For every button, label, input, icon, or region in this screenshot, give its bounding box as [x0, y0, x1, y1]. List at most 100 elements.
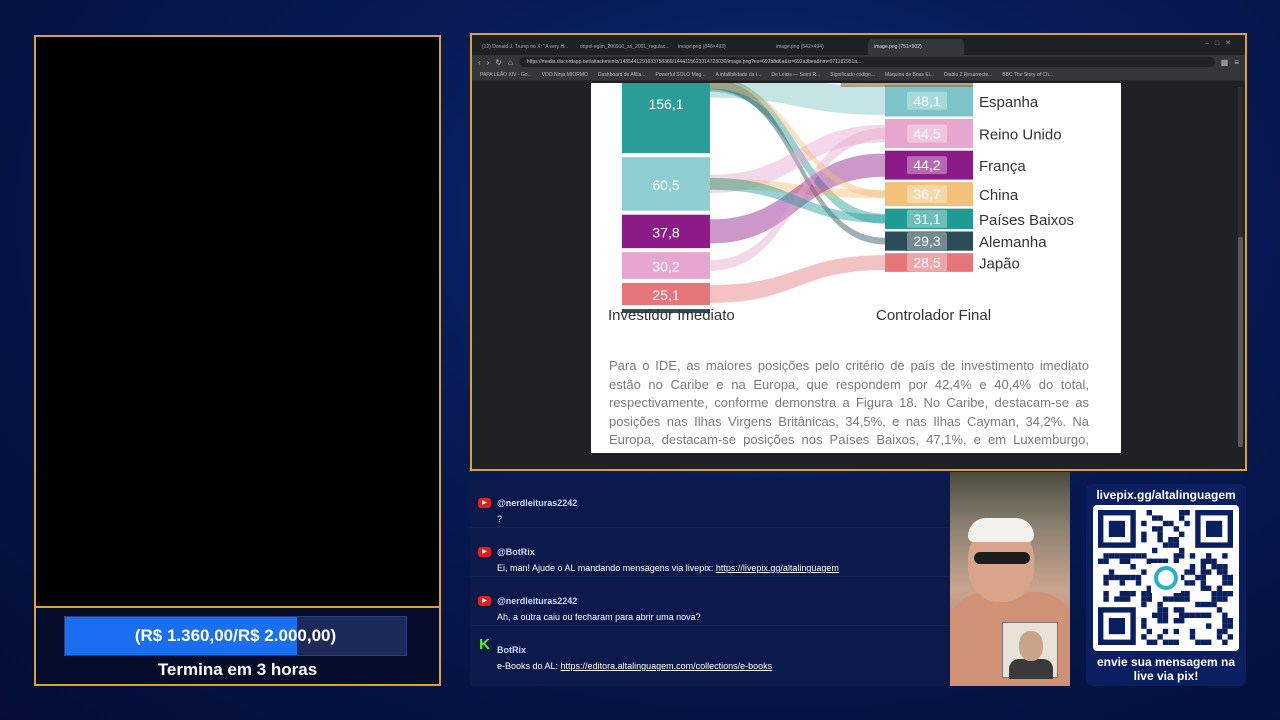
qr-module	[1135, 580, 1142, 586]
qr-module	[1216, 628, 1223, 635]
window-controls[interactable]: –□✕	[1205, 39, 1237, 47]
sankey-left-label: 37,8	[652, 224, 679, 240]
qr-module	[1103, 553, 1109, 559]
chat-author: @nerdleituras2242	[497, 498, 578, 508]
qr-module	[1195, 574, 1201, 581]
qr-module	[1200, 580, 1206, 586]
chat-link[interactable]: https://livepix.gg/altalinguagem	[716, 563, 839, 573]
qr-module	[1141, 591, 1147, 597]
qr-module	[1168, 520, 1174, 527]
qr-module	[1141, 623, 1147, 629]
qr-module	[1125, 591, 1131, 597]
qr-module	[1200, 601, 1206, 608]
qr-module	[1222, 628, 1228, 635]
bookmark-item[interactable]: VDO.Ninja MIORMO	[542, 72, 588, 78]
qr-module	[1195, 601, 1201, 608]
qr-module	[1206, 569, 1212, 575]
bookmark-item[interactable]: PAPA LEÃO XIV - Go...	[480, 72, 532, 78]
back-icon[interactable]: ‹	[478, 58, 481, 67]
qr-module	[1119, 591, 1125, 597]
sankey-left-label: 25,1	[652, 287, 679, 303]
sankey-flow	[841, 83, 973, 87]
qr-module	[1173, 596, 1179, 602]
qr-module	[1216, 585, 1223, 591]
qr-module	[1227, 591, 1233, 597]
qr-module	[1162, 542, 1169, 548]
qr-module	[1157, 515, 1163, 521]
qr-module	[1222, 553, 1228, 559]
sankey-left-label: 60,5	[652, 177, 679, 193]
bookmark-item[interactable]: A infalibilidade da I...	[715, 72, 761, 78]
browser-tab[interactable]: onpel-egim_200910_sri_2001_regulac...	[574, 39, 670, 55]
qr-module	[1157, 526, 1163, 532]
qr-module	[1157, 601, 1163, 608]
qr-module	[1141, 569, 1147, 575]
sankey-right-value: 29,3	[913, 233, 940, 249]
chat-author: @nerdleituras2242	[497, 596, 578, 606]
qr-module	[1227, 580, 1233, 586]
reload-icon[interactable]: ↻	[495, 58, 502, 67]
extensions-icon[interactable]: ▦	[1221, 58, 1229, 67]
bookmark-item[interactable]: De Leicis — Saint R...	[771, 72, 820, 78]
sankey-right-name: Países Baixos	[979, 212, 1074, 229]
scrollbar-thumb[interactable]	[1238, 237, 1243, 447]
qr-module	[1211, 558, 1217, 564]
forward-icon[interactable]: ›	[487, 58, 490, 67]
inset-coat	[1009, 659, 1053, 679]
qr-module	[1119, 558, 1125, 564]
qr-module	[1200, 569, 1206, 575]
qr-module	[1162, 628, 1169, 635]
bookmark-item[interactable]: Diablo 2 Resurrecte...	[944, 72, 992, 78]
sankey-chart: 156,1 60,5 37,8 30,2 25,1 48,1 Espanha 44,5 Rein…	[622, 83, 1074, 322]
sankey-right-value: 28,5	[913, 255, 940, 271]
qr-module	[1222, 574, 1228, 581]
qr-module	[1227, 618, 1233, 624]
chat-link[interactable]: https://editora.altalinguagem.com/collec…	[561, 661, 773, 671]
stream-panel-left: (R$ 1.360,00/R$ 2.000,00) Termina em 3 h…	[34, 35, 441, 686]
qr-module	[1222, 569, 1228, 575]
qr-module	[1119, 596, 1125, 602]
qr-module	[1173, 628, 1179, 635]
browser-tab[interactable]: (12) Donald J. Trump no X: "A very H...	[476, 39, 572, 55]
bookmark-item[interactable]: Máquina de Boas Ei...	[885, 72, 934, 78]
qr-code[interactable]	[1093, 505, 1239, 651]
browser-tab-active[interactable]: image.png (751×902)	[868, 39, 964, 55]
qr-module	[1141, 553, 1147, 559]
qr-module	[1130, 574, 1136, 581]
qr-module	[1189, 628, 1196, 635]
qr-module	[1146, 639, 1152, 645]
bookmark-item[interactable]: Powerful SOLO Mag...	[655, 72, 705, 78]
bookmark-item[interactable]: Dashboard de Afilia...	[598, 72, 646, 78]
bookmark-item[interactable]: Significado código...	[830, 72, 875, 78]
qr-module	[1179, 612, 1185, 618]
qr-module	[1179, 553, 1185, 559]
qr-module	[1157, 612, 1163, 618]
qr-module	[1189, 564, 1196, 570]
browser-tabbar: (12) Donald J. Trump no X: "A very H... …	[472, 35, 1245, 55]
qr-module	[1103, 591, 1109, 597]
qr-module	[1179, 531, 1185, 537]
qr-module	[1206, 639, 1212, 645]
qr-finder	[1206, 520, 1223, 537]
qr-module	[1184, 569, 1190, 575]
qr-module	[1189, 634, 1196, 640]
qr-module	[1173, 526, 1179, 532]
sunglasses-icon	[974, 552, 1030, 564]
qr-module	[1211, 596, 1217, 602]
qr-module	[1189, 569, 1196, 575]
qr-module	[1119, 580, 1125, 586]
qr-module	[1216, 569, 1223, 575]
url-bar[interactable]: https://media.discordapp.net/attachments…	[518, 57, 1215, 67]
bookmark-item[interactable]: BBC The Story of Ch...	[1002, 72, 1053, 78]
scrollbar[interactable]	[1238, 87, 1243, 447]
browser-tab[interactable]: image.png (542×494)	[770, 39, 866, 55]
menu-icon[interactable]: ≡	[1234, 58, 1239, 67]
home-icon[interactable]: ⌂	[508, 58, 513, 67]
chat-text: e-Books do AL: https://editora.altalingu…	[497, 661, 773, 671]
qr-module	[1222, 580, 1228, 586]
left-axis-label: Investidor Imediato	[608, 307, 735, 324]
chat-text: Ah, a outra caiu ou fecharam para abrir …	[497, 612, 701, 622]
body-paragraph: Para o IDE, as maiores posições pelo cri…	[609, 358, 1089, 453]
browser-tab[interactable]: image.png (848×493)	[672, 39, 768, 55]
youtube-icon: ▶	[478, 596, 491, 606]
